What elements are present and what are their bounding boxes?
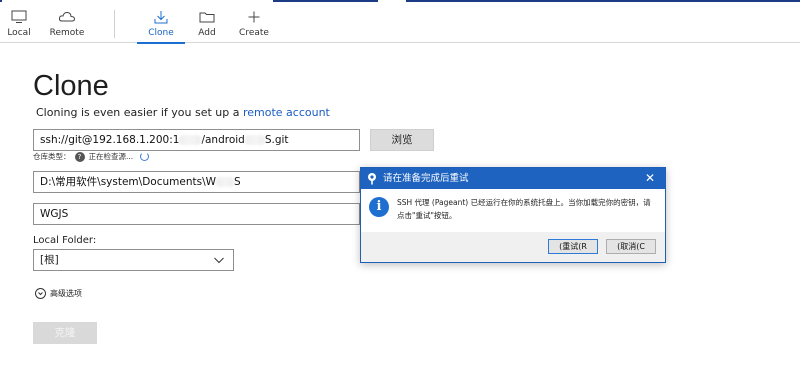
repo-type-status: 正在检查源...: [88, 152, 134, 161]
local-tab-button[interactable]: Local: [0, 8, 44, 42]
path-text-suffix: S: [233, 176, 241, 188]
url-text-part3: S.git: [264, 134, 289, 146]
name-value: WGJS: [40, 208, 69, 220]
add-tab-button[interactable]: Add: [182, 8, 232, 42]
cloud-icon: [58, 11, 76, 22]
remote-tab-button[interactable]: Remote: [42, 8, 92, 42]
url-text-part2: /android: [201, 134, 245, 146]
dialog-body: i SSH 代理 (Pageant) 已经运行在你的系统托盘上。当你加载完你的密…: [361, 189, 665, 232]
create-label: Create: [239, 28, 269, 38]
subtitle-text: Cloning is even easier if you set up a: [36, 106, 243, 119]
local-folder-value: [根]: [40, 254, 59, 266]
toolbar: Local Remote Clone Add Create: [0, 3, 800, 44]
local-folder-label: Local Folder:: [33, 235, 97, 246]
advanced-options-toggle[interactable]: 高级选项: [35, 288, 82, 299]
plus-icon: [248, 11, 260, 23]
name-input[interactable]: WGJS: [33, 203, 360, 225]
monitor-icon: [11, 10, 27, 23]
redacted-repo-name: [244, 135, 265, 145]
dialog-footer: (重试(R (取消(C: [361, 232, 665, 262]
cancel-button[interactable]: (取消(C: [606, 239, 656, 254]
path-text-prefix: D:\常用软件\system\Documents\W: [40, 176, 216, 188]
pageant-icon: [368, 173, 376, 185]
add-label: Add: [198, 28, 216, 38]
toolbar-divider: [114, 10, 115, 38]
source-url-input[interactable]: ssh://git@192.168.1.200:1/android S.git: [33, 129, 360, 151]
destination-path-input[interactable]: D:\常用软件\system\Documents\W S: [33, 171, 360, 193]
loading-spinner-icon: [140, 152, 150, 161]
dialog-title-bar: 请在准备完成后重试 ✕: [361, 168, 665, 189]
dialog-close-button[interactable]: ✕: [645, 168, 655, 189]
dialog-title: 请在准备完成后重试: [383, 173, 469, 184]
redacted-port: [179, 135, 202, 145]
create-tab-button[interactable]: Create: [229, 8, 279, 42]
info-icon: i: [369, 197, 389, 217]
download-icon: [154, 11, 168, 24]
remote-label: Remote: [49, 28, 85, 38]
advanced-options-label: 高级选项: [50, 289, 82, 298]
local-label: Local: [7, 28, 31, 38]
chevron-down-icon: [214, 257, 224, 264]
remote-account-link[interactable]: remote account: [243, 106, 330, 119]
url-text-part1: ssh://git@192.168.1.200:1: [40, 134, 180, 146]
browse-button[interactable]: 浏览: [370, 129, 434, 151]
redacted-path-segment: [215, 177, 234, 187]
retry-dialog: 请在准备完成后重试 ✕ i SSH 代理 (Pageant) 已经运行在你的系统…: [360, 167, 666, 263]
dialog-message: SSH 代理 (Pageant) 已经运行在你的系统托盘上。当你加载完你的密钥，…: [397, 198, 651, 220]
clone-button[interactable]: 克隆: [33, 322, 97, 344]
folder-icon: [199, 12, 215, 23]
clone-tab-button[interactable]: Clone: [136, 8, 186, 42]
clone-label: Clone: [148, 28, 174, 38]
retry-button[interactable]: (重试(R: [548, 239, 598, 254]
help-icon[interactable]: ?: [74, 151, 85, 162]
expand-circle-icon: [35, 288, 46, 299]
active-tab-indicator: [137, 42, 185, 44]
local-folder-select[interactable]: [根]: [33, 249, 234, 271]
repo-type-label: 仓库类型：: [33, 152, 71, 161]
repo-type-row: 仓库类型： ? 正在检查源...: [33, 151, 150, 162]
page-subtitle: Cloning is even easier if you set up a r…: [36, 106, 330, 119]
page-title: Clone: [33, 70, 109, 102]
